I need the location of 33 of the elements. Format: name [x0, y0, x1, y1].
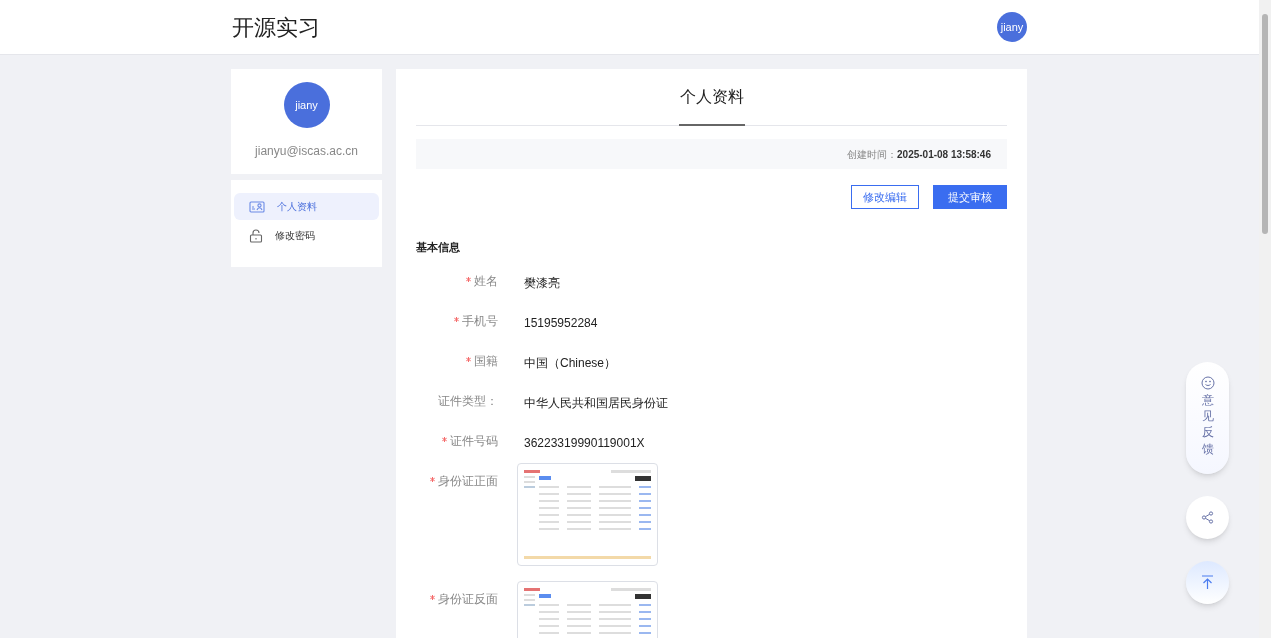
submit-button[interactable]: 提交审核: [933, 185, 1007, 209]
back-to-top-button[interactable]: [1186, 561, 1229, 604]
field-value: 樊漆亮: [524, 275, 560, 290]
site-title: 开源实习: [232, 13, 320, 42]
feedback-button[interactable]: 意见反馈: [1186, 362, 1229, 474]
field-value: 中国（Chinese）: [524, 355, 617, 370]
page-tab[interactable]: 个人资料: [678, 69, 745, 126]
arrow-up-icon: [1201, 575, 1214, 590]
field-value: 中华人民共和国居民身份证: [524, 395, 668, 410]
share-button[interactable]: [1186, 496, 1229, 539]
id-card-icon: [249, 199, 265, 214]
field-label: 身份证反面: [438, 590, 498, 608]
sidebar-item[interactable]: 个人资料: [234, 193, 379, 220]
section-title: 基本信息: [416, 240, 461, 255]
user-avatar[interactable]: jiany: [997, 12, 1027, 42]
lock-icon: [249, 228, 263, 243]
field-label: 证件类型：: [438, 392, 498, 410]
edit-button[interactable]: 修改编辑: [851, 185, 919, 209]
field-value: 15195952284: [524, 315, 598, 330]
field-label: 手机号: [462, 312, 498, 330]
share-icon: [1201, 511, 1214, 524]
profile-avatar: jiany: [283, 82, 330, 128]
smiley-icon: [1200, 376, 1215, 390]
created-time: 2025-01-08 13:58:46: [897, 147, 991, 162]
user-email: jianyu@iscas.ac.cn: [255, 143, 358, 160]
field-label: 身份证正面: [438, 472, 498, 490]
sidebar-item[interactable]: 修改密码: [234, 222, 379, 249]
field-value: 36223319990119001X: [524, 435, 645, 450]
field-label: 国籍: [474, 352, 498, 370]
created-label: 创建时间：: [847, 147, 898, 162]
field-label: 证件号码: [450, 432, 498, 450]
feedback-label: 意见反馈: [1201, 392, 1214, 457]
field-label: 姓名: [474, 272, 498, 290]
